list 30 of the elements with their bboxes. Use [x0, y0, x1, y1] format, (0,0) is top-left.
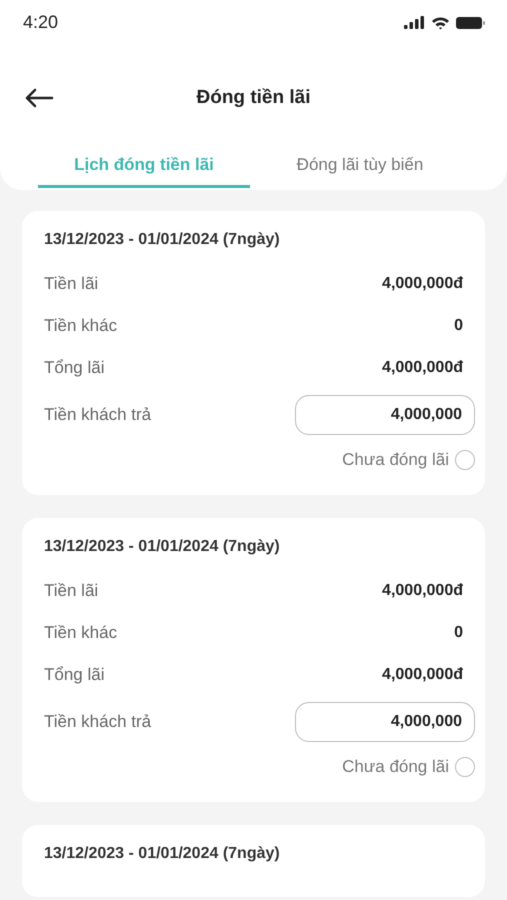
checkbox-label: Chưa đóng lãi	[342, 757, 449, 777]
signal-icon	[404, 16, 425, 29]
row-label: Tiền lãi	[44, 274, 98, 294]
checkbox-label: Chưa đóng lãi	[342, 450, 449, 470]
checkbox[interactable]	[455, 450, 475, 470]
page-title: Đóng tiền lãi	[196, 86, 310, 108]
tab[interactable]: Đóng lãi tùy biến	[270, 150, 450, 188]
amount-field[interactable]: 4,000,000	[295, 395, 475, 435]
row-label: Tiền lãi	[44, 581, 98, 601]
wifi-icon	[431, 16, 450, 30]
row-label: Tiền khác	[44, 316, 118, 336]
amount-field[interactable]: 4,000,000	[295, 702, 475, 742]
row-value: 4,000,000đ	[382, 275, 463, 293]
row-value: 4,000,000đ	[382, 359, 463, 377]
row-label: Tiền khách trả	[44, 405, 152, 425]
row-label: Tiền khách trả	[44, 712, 152, 732]
row-value: 4,000,000đ	[382, 666, 463, 684]
row-value: 0	[454, 317, 463, 335]
battery-icon	[456, 16, 485, 28]
row-label: Tổng lãi	[44, 358, 104, 378]
period-title: 13/12/2023 - 01/01/2024 (7ngày)	[44, 845, 281, 863]
row-label: Tiền khác	[44, 623, 118, 643]
period-title: 13/12/2023 - 01/01/2024 (7ngày)	[44, 231, 281, 249]
row-value: 0	[454, 624, 463, 642]
row-value: 4,000,000đ	[382, 582, 463, 600]
row-label: Tổng lãi	[44, 665, 104, 685]
period-title: 13/12/2023 - 01/01/2024 (7ngày)	[44, 538, 281, 556]
checkbox[interactable]	[455, 757, 475, 777]
back-button[interactable]	[24, 88, 54, 108]
status-time: 4:20	[23, 12, 58, 33]
